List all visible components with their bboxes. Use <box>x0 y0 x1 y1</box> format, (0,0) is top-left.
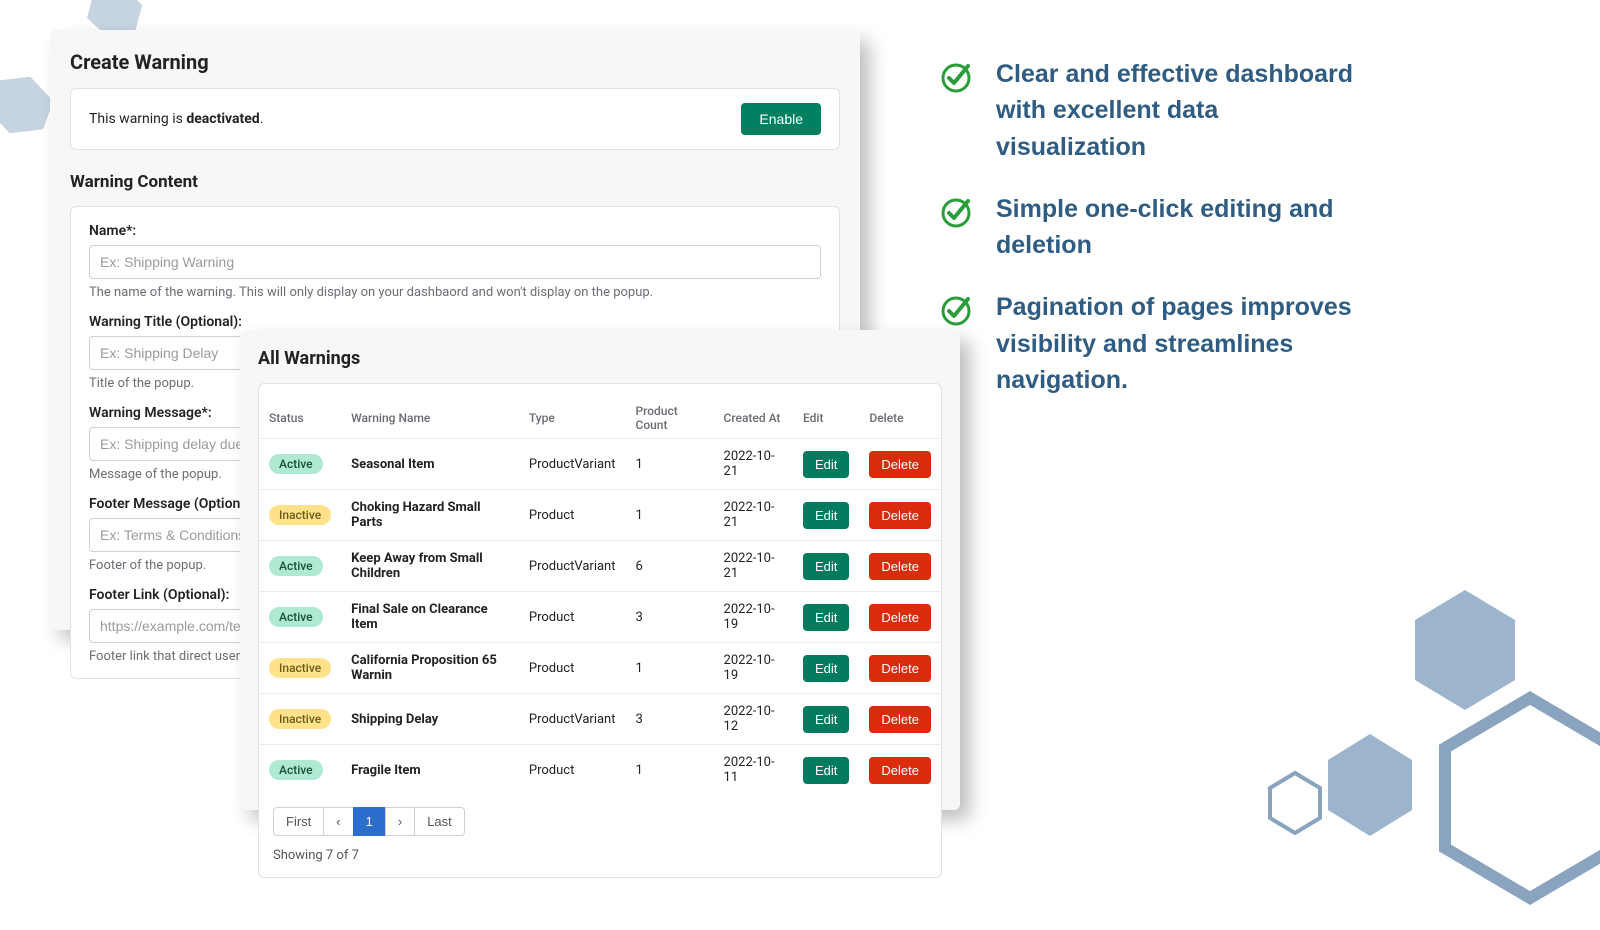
table-row: Active Keep Away from Small ChildrenProdu… <box>259 541 941 592</box>
delete-button[interactable]: Delete <box>869 757 931 784</box>
edit-button[interactable]: Edit <box>803 502 849 529</box>
edit-button[interactable]: Edit <box>803 451 849 478</box>
product-count: 1 <box>625 745 713 796</box>
delete-button[interactable]: Delete <box>869 604 931 631</box>
product-count: 1 <box>625 439 713 490</box>
warning-type: ProductVariant <box>519 694 626 745</box>
bullet-item: Simple one-click editing and deletion <box>940 191 1370 264</box>
warning-name: California Proposition 65 Warnin <box>341 643 519 694</box>
name-label: Name*: <box>89 223 821 239</box>
status-badge: Inactive <box>269 658 331 678</box>
warning-type: Product <box>519 592 626 643</box>
delete-button[interactable]: Delete <box>869 655 931 682</box>
warning-name: Final Sale on Clearance Item <box>341 592 519 643</box>
th-type: Type <box>519 398 626 439</box>
table-row: Inactive Choking Hazard Small PartsProduc… <box>259 490 941 541</box>
edit-button[interactable]: Edit <box>803 655 849 682</box>
status-badge: Active <box>269 454 323 474</box>
bullet-item: Pagination of pages improves visibility … <box>940 289 1370 398</box>
decor-hex <box>1260 570 1600 930</box>
th-created: Created At <box>714 398 793 439</box>
product-count: 1 <box>625 490 713 541</box>
created-at: 2022-10-19 <box>714 643 793 694</box>
delete-button[interactable]: Delete <box>869 451 931 478</box>
warning-name: Seasonal Item <box>341 439 519 490</box>
created-at: 2022-10-11 <box>714 745 793 796</box>
created-at: 2022-10-21 <box>714 439 793 490</box>
page-first[interactable]: First <box>273 807 324 836</box>
delete-button[interactable]: Delete <box>869 553 931 580</box>
check-icon <box>940 293 974 327</box>
warning-type: Product <box>519 490 626 541</box>
edit-button[interactable]: Edit <box>803 604 849 631</box>
section-subtitle: Warning Content <box>70 172 840 192</box>
delete-button[interactable]: Delete <box>869 502 931 529</box>
warning-type: Product <box>519 643 626 694</box>
enable-button[interactable]: Enable <box>741 103 821 135</box>
status-badge: Active <box>269 760 323 780</box>
table-row: Active Fragile ItemProduct12022-10-11 Edit… <box>259 745 941 796</box>
check-icon <box>940 195 974 229</box>
bullet-text: Clear and effective dashboard with excel… <box>996 56 1370 165</box>
table-row: Active Final Sale on Clearance ItemProduc… <box>259 592 941 643</box>
created-at: 2022-10-12 <box>714 694 793 745</box>
product-count: 1 <box>625 643 713 694</box>
status-badge: Inactive <box>269 709 331 729</box>
created-at: 2022-10-19 <box>714 592 793 643</box>
created-at: 2022-10-21 <box>714 541 793 592</box>
th-status: Status <box>259 398 341 439</box>
status-badge: Inactive <box>269 505 331 525</box>
page-next[interactable]: › <box>385 807 415 836</box>
edit-button[interactable]: Edit <box>803 757 849 784</box>
bullet-item: Clear and effective dashboard with excel… <box>940 56 1370 165</box>
status-badge: Active <box>269 607 323 627</box>
th-edit: Edit <box>793 398 859 439</box>
bullet-text: Simple one-click editing and deletion <box>996 191 1370 264</box>
page-last[interactable]: Last <box>414 807 465 836</box>
warning-type: ProductVariant <box>519 439 626 490</box>
edit-button[interactable]: Edit <box>803 553 849 580</box>
product-count: 3 <box>625 694 713 745</box>
th-name: Warning Name <box>341 398 519 439</box>
bullet-text: Pagination of pages improves visibility … <box>996 289 1370 398</box>
decor-hex <box>170 0 230 20</box>
feature-bullets: Clear and effective dashboard with excel… <box>940 56 1370 424</box>
check-icon <box>940 60 974 94</box>
edit-button[interactable]: Edit <box>803 706 849 733</box>
status-card: This warning is deactivated. Enable <box>70 88 840 150</box>
created-at: 2022-10-21 <box>714 490 793 541</box>
warning-type: ProductVariant <box>519 541 626 592</box>
warning-name: Choking Hazard Small Parts <box>341 490 519 541</box>
delete-button[interactable]: Delete <box>869 706 931 733</box>
page-prev[interactable]: ‹ <box>323 807 353 836</box>
page-summary: Showing 7 of 7 <box>259 848 941 877</box>
status-text: This warning is deactivated. <box>89 111 263 127</box>
table-row: Inactive California Proposition 65 Warnin… <box>259 643 941 694</box>
warning-name: Fragile Item <box>341 745 519 796</box>
name-input[interactable] <box>89 245 821 279</box>
warnings-table: Status Warning Name Type Product Count C… <box>259 398 941 795</box>
title-label: Warning Title (Optional): <box>89 314 821 330</box>
page-1[interactable]: 1 <box>353 807 386 836</box>
warnings-card: Status Warning Name Type Product Count C… <box>258 383 942 878</box>
table-row: Active Seasonal ItemProductVariant12022-1… <box>259 439 941 490</box>
warning-type: Product <box>519 745 626 796</box>
status-badge: Active <box>269 556 323 576</box>
table-row: Inactive Shipping DelayProductVariant3202… <box>259 694 941 745</box>
th-delete: Delete <box>859 398 941 439</box>
product-count: 6 <box>625 541 713 592</box>
panel-title: Create Warning <box>70 50 840 74</box>
warning-name: Shipping Delay <box>341 694 519 745</box>
name-hint: The name of the warning. This will only … <box>89 285 821 300</box>
panel-title: All Warnings <box>258 348 942 369</box>
all-warnings-panel: All Warnings Status Warning Name Type Pr… <box>240 330 960 810</box>
th-count: Product Count <box>625 398 713 439</box>
product-count: 3 <box>625 592 713 643</box>
pagination: First ‹ 1 › Last <box>259 795 941 848</box>
warning-name: Keep Away from Small Children <box>341 541 519 592</box>
